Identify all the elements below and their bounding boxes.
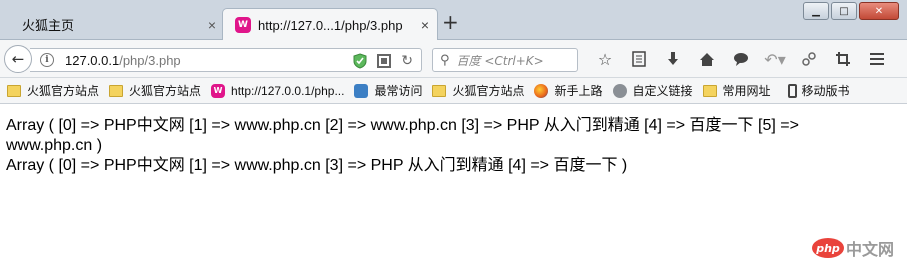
- output-line: Array ( [0] => PHP中文网 [1] => www.php.cn …: [6, 157, 628, 174]
- menu-icon[interactable]: [860, 48, 894, 70]
- bookmark-label: 最常访问: [374, 84, 423, 98]
- bookmark-label: 移动版书: [801, 84, 850, 98]
- chat-icon[interactable]: [724, 48, 758, 70]
- folder-icon: [109, 84, 124, 97]
- tab-firefox-home[interactable]: 火狐主页 ×: [0, 8, 222, 40]
- gear-icon: [354, 83, 369, 98]
- wamp-icon: W: [235, 17, 251, 33]
- back-button[interactable]: ←: [4, 45, 32, 73]
- url-path: /php/3.php: [119, 52, 181, 68]
- bookmark-label: 新手上路: [554, 84, 603, 98]
- firefox-icon: [534, 83, 549, 98]
- search-icon: ⚲: [440, 52, 450, 68]
- bookmark-item[interactable]: 自定义链接: [612, 82, 693, 99]
- bookmark-item[interactable]: 火狐官方站点: [7, 82, 99, 99]
- site-info-icon[interactable]: i: [40, 53, 54, 67]
- folder-icon: [702, 84, 717, 97]
- tab-strip: 火狐主页 × W http://127.0...1/php/3.php × + …: [0, 0, 907, 41]
- search-bar[interactable]: ⚲ 百度 <Ctrl+K>: [432, 48, 578, 72]
- mobile-icon: [787, 83, 797, 98]
- bookmark-item[interactable]: W http://127.0.0.1/php...: [211, 83, 345, 98]
- bookmarks-bar: 火狐官方站点 火狐官方站点 W http://127.0.0.1/php... …: [0, 78, 907, 104]
- bookmark-label: http://127.0.0.1/php...: [231, 83, 345, 98]
- tab-close-icon[interactable]: ×: [208, 17, 216, 33]
- bookmark-item[interactable]: 最常访问: [354, 82, 422, 99]
- window-controls: ▁ □ ✕: [803, 2, 899, 20]
- tab-title: 火狐主页: [22, 17, 75, 33]
- maximize-button[interactable]: □: [831, 2, 857, 20]
- bookmark-label: 火狐官方站点: [452, 84, 525, 98]
- url-bar-icons: ↻: [353, 52, 413, 69]
- output-line: www.php.cn ): [6, 137, 103, 154]
- tab-title: http://127.0...1/php/3.php: [258, 17, 403, 33]
- folder-icon: [432, 84, 447, 97]
- php-logo-icon: php: [812, 238, 844, 258]
- navigation-bar: i 127.0.0.1/php/3.php ↻ ← ⚲ 百度 <Ctrl+K> …: [0, 40, 907, 78]
- toolbar-icons: ☆ ↶▾: [588, 48, 894, 70]
- url-host: 127.0.0.1: [65, 52, 120, 68]
- reading-list-icon[interactable]: [622, 48, 656, 70]
- crop-icon[interactable]: [826, 48, 860, 70]
- undo-icon[interactable]: ↶▾: [758, 48, 792, 70]
- close-window-button[interactable]: ✕: [859, 2, 899, 20]
- reload-icon[interactable]: ↻: [401, 52, 413, 69]
- bookmark-item[interactable]: 移动版书: [787, 82, 850, 99]
- new-tab-button[interactable]: +: [442, 12, 459, 32]
- bookmark-item[interactable]: 火狐官方站点: [432, 82, 524, 99]
- bookmark-item[interactable]: 新手上路: [534, 82, 603, 99]
- wamp-icon: W: [211, 83, 226, 98]
- output-line: Array ( [0] => PHP中文网 [1] => www.php.cn …: [6, 117, 799, 134]
- page-content: Array ( [0] => PHP中文网 [1] => www.php.cn …: [6, 116, 901, 176]
- bookmark-item[interactable]: 常用网址: [702, 82, 771, 99]
- search-placeholder: 百度 <Ctrl+K>: [456, 53, 544, 68]
- folder-icon: [7, 84, 21, 97]
- watermark-text: 中文网: [846, 240, 895, 259]
- tab-close-icon[interactable]: ×: [421, 17, 429, 33]
- globe-icon: [612, 83, 627, 98]
- tab-php-page[interactable]: W http://127.0...1/php/3.php ×: [222, 8, 438, 41]
- php-cn-watermark: php 中文网: [812, 236, 894, 260]
- minimize-button[interactable]: ▁: [803, 2, 829, 20]
- bookmark-label: 常用网址: [722, 84, 771, 98]
- download-icon[interactable]: [656, 48, 690, 70]
- link-icon[interactable]: [792, 48, 826, 70]
- qr-code-icon[interactable]: [377, 53, 392, 68]
- bookmark-label: 火狐官方站点: [129, 84, 202, 98]
- bookmark-item[interactable]: 火狐官方站点: [109, 82, 201, 99]
- bookmark-star-icon[interactable]: ☆: [588, 48, 622, 70]
- url-bar[interactable]: i 127.0.0.1/php/3.php ↻: [30, 48, 422, 72]
- shield-icon[interactable]: [353, 52, 367, 69]
- bookmark-label: 火狐官方站点: [27, 84, 100, 98]
- home-icon[interactable]: [690, 48, 724, 70]
- bookmark-label: 自定义链接: [632, 84, 693, 98]
